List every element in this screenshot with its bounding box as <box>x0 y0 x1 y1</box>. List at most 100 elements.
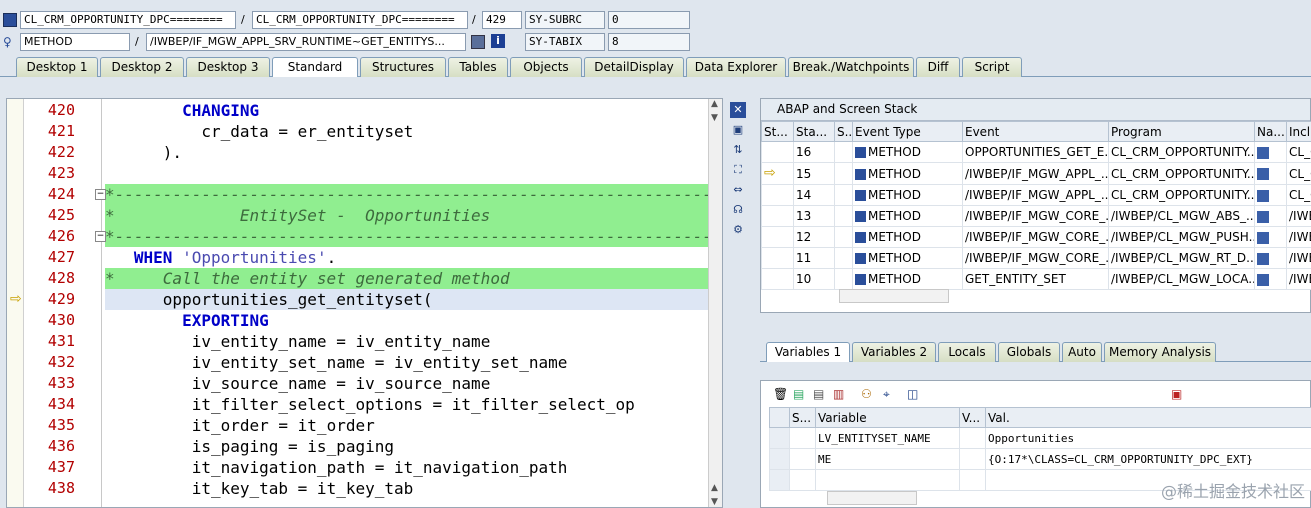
var-tab-auto[interactable]: Auto <box>1062 342 1102 362</box>
variable-name[interactable]: LV_ENTITYSET_NAME <box>815 427 960 449</box>
variables-column-header[interactable]: Variable <box>815 407 960 428</box>
code-line[interactable]: 430 EXPORTING <box>7 310 722 331</box>
headset-icon[interactable]: ☊ <box>730 202 746 218</box>
row-selector[interactable] <box>769 448 790 470</box>
people-icon[interactable]: ⚇ <box>861 387 872 401</box>
sysfield2-name[interactable]: SY-TABIX <box>525 33 605 51</box>
stack-column-header[interactable]: Program <box>1108 121 1255 142</box>
code-line[interactable]: 433 iv_source_name = iv_source_name <box>7 373 722 394</box>
stack-column-header[interactable]: Inclu <box>1286 121 1311 142</box>
variables-horizontal-scrollbar[interactable] <box>827 491 917 505</box>
stack-column-header[interactable]: Sta... <box>793 121 835 142</box>
stack-horizontal-scrollbar[interactable] <box>839 289 949 303</box>
code-line[interactable]: 437 it_navigation_path = it_navigation_p… <box>7 457 722 478</box>
tab-structures[interactable]: Structures <box>360 57 446 77</box>
code-line[interactable]: 421 cr_data = er_entityset <box>7 121 722 142</box>
stack-column-header[interactable]: Event Type <box>852 121 963 142</box>
export-icon[interactable]: ▤ <box>813 387 824 401</box>
line-field[interactable]: 429 <box>482 11 522 29</box>
code-line[interactable]: 424 *------------------------------------… <box>7 184 722 205</box>
event-type-field[interactable]: METHOD <box>20 33 130 51</box>
code-line[interactable]: 431 iv_entity_name = iv_entity_name <box>7 331 722 352</box>
sysfield1-value[interactable]: 0 <box>608 11 690 29</box>
variables-column-header[interactable]: Val. <box>985 407 1311 428</box>
variable-name[interactable]: ME <box>815 448 960 470</box>
var-tab-variables-1[interactable]: Variables 1 <box>766 342 850 362</box>
swap-icon[interactable]: ⇅ <box>730 142 746 158</box>
save-icon[interactable]: ▣ <box>1171 387 1182 401</box>
variable-row[interactable]: LV_ENTITYSET_NAME Opportunities <box>769 427 1311 449</box>
code-line[interactable]: 425 * EntitySet - Opportunities <box>7 205 722 226</box>
stack-row[interactable]: 16 METHOD OPPORTUNITIES_GET_E... CL_CRM_OPP… <box>761 141 1311 163</box>
navigate-icon[interactable] <box>1257 189 1269 202</box>
stack-column-header[interactable]: Event <box>962 121 1109 142</box>
tab-diff[interactable]: Diff <box>916 57 960 77</box>
code-line[interactable]: 423 <box>7 163 722 184</box>
tab-break-watchpoints[interactable]: Break./Watchpoints <box>788 57 914 77</box>
code-line[interactable]: 420 CHANGING <box>7 100 722 121</box>
stack-row[interactable]: 12 METHOD/IWBEP/IF_MGW_CORE_.../IWBEP/CL_… <box>761 226 1311 248</box>
navigate-icon[interactable] <box>1257 210 1269 223</box>
settings-icon[interactable]: ⚙ <box>730 222 746 238</box>
close-icon[interactable]: ✕ <box>730 102 746 118</box>
variable-value[interactable]: Opportunities <box>985 427 1311 449</box>
stack-row[interactable]: 11 METHOD/IWBEP/IF_MGW_CORE_.../IWBEP/CL_… <box>761 247 1311 269</box>
fold-toggle-icon[interactable]: − <box>95 189 106 200</box>
new-window-icon[interactable]: ▣ <box>730 122 746 138</box>
tab-tables[interactable]: Tables <box>448 57 508 77</box>
stack-row[interactable]: ⇨ 15 METHOD/IWBEP/IF_MGW_APPL_... CL_CRM_OP… <box>761 162 1311 185</box>
include-field[interactable]: CL_CRM_OPPORTUNITY_DPC======== <box>252 11 468 29</box>
event-field[interactable]: /IWBEP/IF_MGW_APPL_SRV_RUNTIME~GET_ENTIT… <box>146 33 466 51</box>
navigate-icon[interactable] <box>1257 231 1269 244</box>
code-line[interactable]: 422 ). <box>7 142 722 163</box>
code-line[interactable]: 428 * Call the entity set generated metho… <box>7 268 722 289</box>
tab-desktop-1[interactable]: Desktop 1 <box>16 57 98 77</box>
navigate-icon[interactable] <box>1257 146 1269 159</box>
window-icon[interactable]: ◫ <box>907 387 918 401</box>
variables-column-header[interactable]: V... <box>959 407 986 428</box>
code-line[interactable]: 435 it_order = it_order <box>7 415 722 436</box>
code-line[interactable]: ⇨ 429 opportunities_get_entityset( <box>7 289 722 310</box>
fold-toggle-icon[interactable]: − <box>95 231 106 242</box>
clear-icon[interactable]: ▥ <box>833 387 844 401</box>
tree-icon[interactable]: ⌖ <box>883 387 890 402</box>
code-line[interactable]: 427 WHEN 'Opportunities'. <box>7 247 722 268</box>
tab-detaildisplay[interactable]: DetailDisplay <box>584 57 684 77</box>
var-tab-locals[interactable]: Locals <box>938 342 996 362</box>
stack-row[interactable]: 13 METHOD/IWBEP/IF_MGW_CORE_.../IWBEP/CL_… <box>761 205 1311 227</box>
var-tab-globals[interactable]: Globals <box>998 342 1060 362</box>
tab-standard[interactable]: Standard <box>272 57 358 77</box>
code-line[interactable]: 432 iv_entity_set_name = iv_entity_set_n… <box>7 352 722 373</box>
import-icon[interactable]: ▤ <box>793 387 804 401</box>
maximize-icon[interactable]: ⛶ <box>730 162 746 178</box>
editor-vertical-scrollbar[interactable]: ▲ ▼ ▲ ▼ <box>708 99 722 507</box>
navigate-icon[interactable] <box>1257 273 1269 286</box>
program-field[interactable]: CL_CRM_OPPORTUNITY_DPC======== <box>20 11 236 29</box>
stack-column-header[interactable]: St... <box>761 121 794 142</box>
display-icon[interactable] <box>471 35 485 49</box>
tab-objects[interactable]: Objects <box>510 57 582 77</box>
resize-icon[interactable]: ⇔ <box>730 182 746 198</box>
row-selector[interactable] <box>769 469 790 491</box>
source-editor[interactable]: 420 CHANGING 421 cr_data = er_entityset 42… <box>6 98 723 508</box>
var-tab-variables-2[interactable]: Variables 2 <box>852 342 936 362</box>
variables-column-header[interactable]: S... <box>789 407 816 428</box>
stack-row[interactable]: 14 METHOD/IWBEP/IF_MGW_APPL_... CL_CRM_OPP… <box>761 184 1311 206</box>
sysfield2-value[interactable]: 8 <box>608 33 690 51</box>
stack-column-header[interactable]: S.. <box>834 121 853 142</box>
tab-desktop-2[interactable]: Desktop 2 <box>100 57 184 77</box>
tab-script[interactable]: Script <box>962 57 1022 77</box>
code-line[interactable]: 436 is_paging = is_paging <box>7 436 722 457</box>
code-line[interactable]: 438 it_key_tab = it_key_tab <box>7 478 722 499</box>
code-line[interactable]: 426 *------------------------------------… <box>7 226 722 247</box>
tab-desktop-3[interactable]: Desktop 3 <box>186 57 270 77</box>
sysfield1-name[interactable]: SY-SUBRC <box>525 11 605 29</box>
row-selector[interactable] <box>769 427 790 449</box>
navigate-icon[interactable] <box>1257 252 1269 265</box>
navigate-icon[interactable] <box>1257 168 1269 180</box>
variable-row[interactable]: ME {O:17*\CLASS=CL_CRM_OPPORTUNITY_DPC_EX… <box>769 448 1311 470</box>
stack-column-header[interactable]: Na... <box>1254 121 1287 142</box>
var-tab-memory-analysis[interactable]: Memory Analysis <box>1104 342 1216 362</box>
info-icon[interactable]: i <box>491 34 505 48</box>
delete-icon[interactable]: 🗑 <box>773 387 788 401</box>
